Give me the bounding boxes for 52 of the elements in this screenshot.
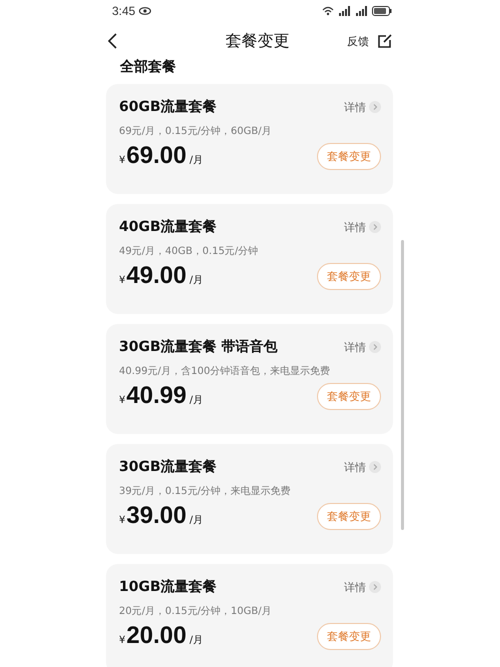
- wifi-icon: [322, 6, 334, 16]
- price-unit: /月: [189, 154, 203, 167]
- change-plan-button[interactable]: 套餐变更: [317, 142, 381, 170]
- page-title: 套餐变更: [226, 30, 290, 52]
- change-plan-button[interactable]: 套餐变更: [317, 502, 381, 530]
- chevron-icon: [369, 101, 381, 113]
- battery-icon: [372, 6, 392, 16]
- change-plan-button[interactable]: 套餐变更: [317, 622, 381, 650]
- currency-symbol: ¥: [119, 635, 126, 646]
- price-unit: /月: [189, 514, 203, 527]
- plan-price: 20.00: [126, 622, 186, 650]
- chevron-icon: [369, 221, 381, 233]
- status-time: 3:45: [112, 4, 136, 18]
- plan-description: 49元/月，40GB，0.15元/分钟: [119, 244, 260, 258]
- chevron-icon: [369, 461, 381, 473]
- price-unit: /月: [189, 274, 203, 287]
- details-link[interactable]: 详情: [344, 340, 381, 354]
- eye-icon: [139, 7, 152, 15]
- signal-icon: [338, 6, 351, 16]
- details-link[interactable]: 详情: [344, 580, 381, 594]
- plan-name: 60GB流量套餐: [119, 98, 217, 116]
- details-link[interactable]: 详情: [344, 460, 381, 474]
- change-plan-button[interactable]: 套餐变更: [317, 382, 381, 410]
- plan-description: 20元/月，0.15元/分钟，10GB/月: [119, 604, 272, 618]
- chevron-icon: [369, 341, 381, 353]
- price-unit: /月: [189, 634, 203, 647]
- currency-symbol: ¥: [119, 515, 126, 526]
- plan-name: 30GB流量套餐: [119, 458, 217, 476]
- back-icon: [108, 33, 118, 49]
- scrollbar[interactable]: [401, 240, 404, 530]
- currency-symbol: ¥: [119, 155, 126, 166]
- plan-price: 40.99: [126, 382, 186, 410]
- change-plan-button[interactable]: 套餐变更: [317, 262, 381, 290]
- price-unit: /月: [189, 394, 203, 407]
- details-link[interactable]: 详情: [344, 220, 381, 234]
- edit-icon: [377, 34, 392, 48]
- section-title: 全部套餐: [119, 60, 177, 77]
- plan-description: 39元/月，0.15元/分钟，来电显示免费: [119, 484, 292, 498]
- feedback-button[interactable]: 反馈: [347, 34, 392, 48]
- plan-name: 30GB流量套餐 带语音包: [119, 338, 278, 356]
- plan-price: 49.00: [126, 262, 186, 290]
- currency-symbol: ¥: [119, 275, 126, 286]
- details-link[interactable]: 详情: [344, 100, 381, 114]
- plan-description: 40.99元/月，含100分钟语音包，来电显示免费: [119, 364, 332, 378]
- plan-price: 69.00: [126, 142, 186, 170]
- chevron-icon: [369, 581, 381, 593]
- currency-symbol: ¥: [119, 395, 126, 406]
- plan-description: 69元/月，0.15元/分钟，60GB/月: [119, 124, 272, 138]
- plan-name: 10GB流量套餐: [119, 578, 217, 596]
- plan-name: 40GB流量套餐: [119, 218, 217, 236]
- plan-price: 39.00: [126, 502, 186, 530]
- signal-icon: [355, 6, 368, 16]
